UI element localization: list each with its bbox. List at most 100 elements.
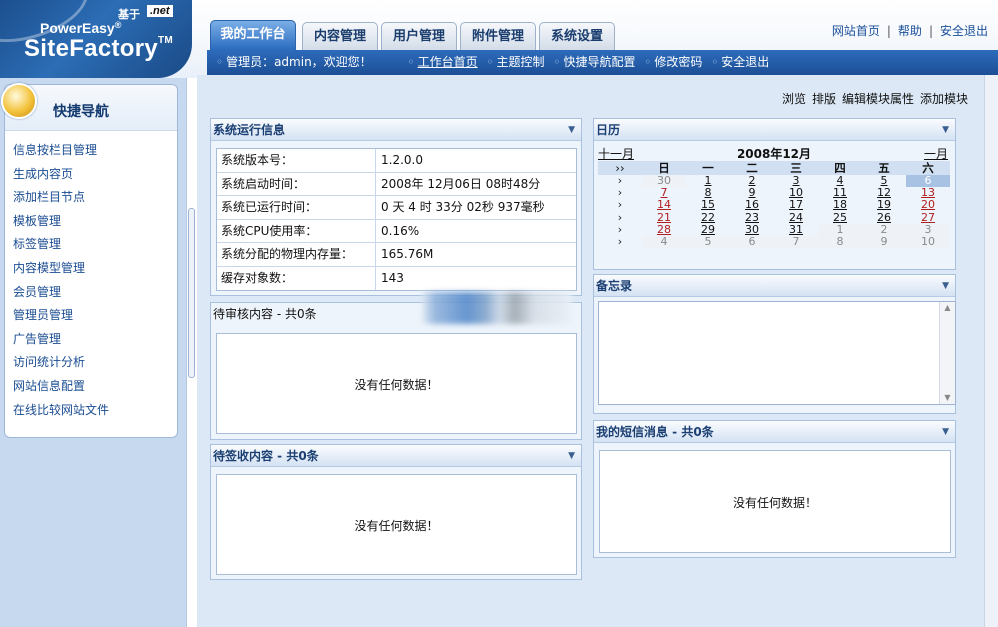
sidebar-item-member-management[interactable]: 会员管理 (13, 281, 177, 305)
calendar-select-week[interactable]: › (598, 235, 642, 248)
calendar-day[interactable]: 24 (774, 211, 818, 224)
calendar-day[interactable]: 16 (730, 199, 774, 211)
link-logout[interactable]: 安全退出 (940, 24, 988, 38)
subnav-link-workbench-home[interactable]: 工作台首页 (418, 55, 478, 69)
collapse-arrow-icon[interactable]: ▼ (942, 119, 949, 141)
table-row: 系统CPU使用率： 0.16% (217, 219, 576, 243)
calendar-day[interactable]: 14 (642, 199, 686, 211)
empty-message: 没有任何数据！ (354, 518, 439, 533)
bullet-icon: ◦ (644, 55, 652, 69)
logo-product: SiteFactoryTM (24, 35, 174, 62)
calendar-day[interactable]: 17 (774, 199, 818, 211)
weekday-label: 三 (790, 161, 802, 175)
tab-content-management[interactable]: 内容管理 (302, 22, 378, 50)
sidebar-item-ad-management[interactable]: 广告管理 (13, 328, 177, 352)
sidebar-splitter[interactable] (186, 78, 196, 627)
weekday-label: 二 (746, 161, 758, 175)
subnav-link-logout[interactable]: 安全退出 (721, 55, 769, 69)
calendar-week-row: › 21 22 23 24 25 26 27 (598, 211, 950, 224)
sysinfo-value: 165.76M (381, 247, 434, 261)
calendar-day[interactable]: 4 (642, 235, 686, 249)
empty-message: 没有任何数据！ (354, 377, 439, 392)
calendar-select-month[interactable]: ›› (598, 161, 642, 175)
bullet-icon: ◦ (407, 55, 415, 69)
sidebar-item-add-column-node[interactable]: 添加栏目节点 (13, 186, 177, 210)
table-row: 系统已运行时间： 0 天 4 时 33分 02秒 937毫秒 (217, 196, 576, 220)
module-link-edit-properties[interactable]: 编辑模块属性 (842, 92, 914, 106)
subnav-link-change-password[interactable]: 修改密码 (654, 55, 702, 69)
calendar-day[interactable]: 21 (642, 211, 686, 224)
calendar-day[interactable]: 7 (774, 235, 818, 249)
sidebar-item-visit-statistics[interactable]: 访问统计分析 (13, 351, 177, 375)
collapse-arrow-icon[interactable]: ▼ (942, 275, 949, 297)
splitter-grip[interactable] (188, 208, 195, 378)
logo-brand: PowerEasy® (40, 20, 122, 36)
calendar-week-row: › 14 15 16 17 18 19 20 (598, 199, 950, 211)
bullet-icon: ◦ (553, 55, 561, 69)
collapse-arrow-icon[interactable]: ▼ (568, 119, 575, 141)
sidebar-item-generate-content-pages[interactable]: 生成内容页 (13, 163, 177, 187)
pending-review-body: 没有任何数据！ (216, 333, 577, 434)
quick-nav-header: 快捷导航 (1, 83, 177, 131)
calendar-day[interactable]: 6 (730, 235, 774, 249)
calendar-day[interactable]: 19 (862, 199, 906, 211)
calendar-day[interactable]: 27 (906, 211, 950, 224)
calendar-day[interactable]: 15 (686, 199, 730, 211)
module-link-browse[interactable]: 浏览 (782, 92, 806, 106)
sidebar-item-admin-management[interactable]: 管理员管理 (13, 304, 177, 328)
calendar-day[interactable]: 20 (906, 199, 950, 211)
collapse-arrow-icon[interactable]: ▼ (942, 421, 949, 443)
subnav-link-quick-nav-config[interactable]: 快捷导航配置 (563, 55, 635, 69)
tab-user-management[interactable]: 用户管理 (381, 22, 457, 50)
weekday-label: 日 (658, 161, 670, 175)
sidebar-item-content-model-management[interactable]: 内容模型管理 (13, 257, 177, 281)
memo-textarea[interactable]: ▲ ▼ (598, 301, 956, 405)
calendar-day[interactable]: 8 (818, 235, 862, 249)
scroll-up-icon[interactable]: ▲ (940, 302, 955, 314)
calendar-day[interactable]: 22 (686, 211, 730, 224)
sysinfo-value: 1.2.0.0 (381, 153, 423, 167)
quick-nav-list: 信息按栏目管理 生成内容页 添加栏目节点 模板管理 标签管理 内容模型管理 会员… (5, 131, 177, 422)
calendar-day[interactable]: 26 (862, 211, 906, 224)
calendar-day[interactable]: 10 (906, 235, 950, 249)
tab-system-settings[interactable]: 系统设置 (539, 22, 615, 50)
tab-attachment-management[interactable]: 附件管理 (460, 22, 536, 50)
page-scrollbar[interactable] (984, 75, 998, 627)
collapse-arrow-icon[interactable]: ▼ (568, 445, 575, 467)
calendar-module: 日历 ▼ 十一月 2008年12月 一月 ›› 日 一 二 三 四 五 六 › 30… (593, 118, 956, 270)
bullet-icon: ◦ (711, 55, 719, 69)
table-row: 系统启动时间： 2008年 12月06日 08时48分 (217, 172, 576, 196)
calendar-day[interactable]: 25 (818, 211, 862, 224)
subnav-link-theme-control[interactable]: 主题控制 (497, 55, 545, 69)
messages-body: 没有任何数据！ (599, 450, 951, 553)
pending-sign-title: 待签收内容 - 共0条 (213, 449, 319, 463)
link-help[interactable]: 帮助 (898, 24, 922, 38)
memo-scrollbar[interactable]: ▲ ▼ (939, 302, 955, 404)
sidebar-item-site-info-config[interactable]: 网站信息配置 (13, 375, 177, 399)
sidebar-item-compare-site-files[interactable]: 在线比较网站文件 (13, 399, 177, 423)
module-link-add-module[interactable]: 添加模块 (920, 92, 968, 106)
memo-module: 备忘录 ▼ ▲ ▼ (593, 274, 956, 414)
logo[interactable]: 基于 .net PowerEasy® SiteFactoryTM (0, 0, 192, 78)
sysinfo-module: 系统运行信息 ▼ 系统版本号： 1.2.0.0 系统启动时间： 2008年 12月06… (210, 118, 582, 296)
sidebar-item-tag-management[interactable]: 标签管理 (13, 233, 177, 257)
calendar-month-title: 2008年12月 (736, 147, 812, 161)
calendar-weekday-header: ›› 日 一 二 三 四 五 六 (598, 161, 950, 175)
calendar-select-week[interactable]: › (598, 211, 642, 224)
calendar-day[interactable]: 18 (818, 199, 862, 211)
calendar-select-week[interactable]: › (598, 199, 642, 211)
calendar-day[interactable]: 9 (862, 235, 906, 249)
sysinfo-key: 缓存对象数： (221, 270, 294, 285)
tab-my-workbench[interactable]: 我的工作台 (210, 20, 296, 50)
sidebar-item-column-info-management[interactable]: 信息按栏目管理 (13, 139, 177, 163)
calendar-next-month[interactable]: 一月 (924, 145, 948, 162)
blurred-region (422, 292, 572, 324)
calendar-day[interactable]: 23 (730, 211, 774, 224)
scroll-down-icon[interactable]: ▼ (940, 392, 955, 404)
module-link-layout[interactable]: 排版 (812, 92, 836, 106)
messages-header: 我的短信消息 - 共0条 ▼ (594, 421, 955, 443)
table-row: 缓存对象数： 143 (217, 266, 576, 290)
link-site-home[interactable]: 网站首页 (832, 24, 880, 38)
sidebar-item-template-management[interactable]: 模板管理 (13, 210, 177, 234)
calendar-day[interactable]: 5 (686, 235, 730, 249)
